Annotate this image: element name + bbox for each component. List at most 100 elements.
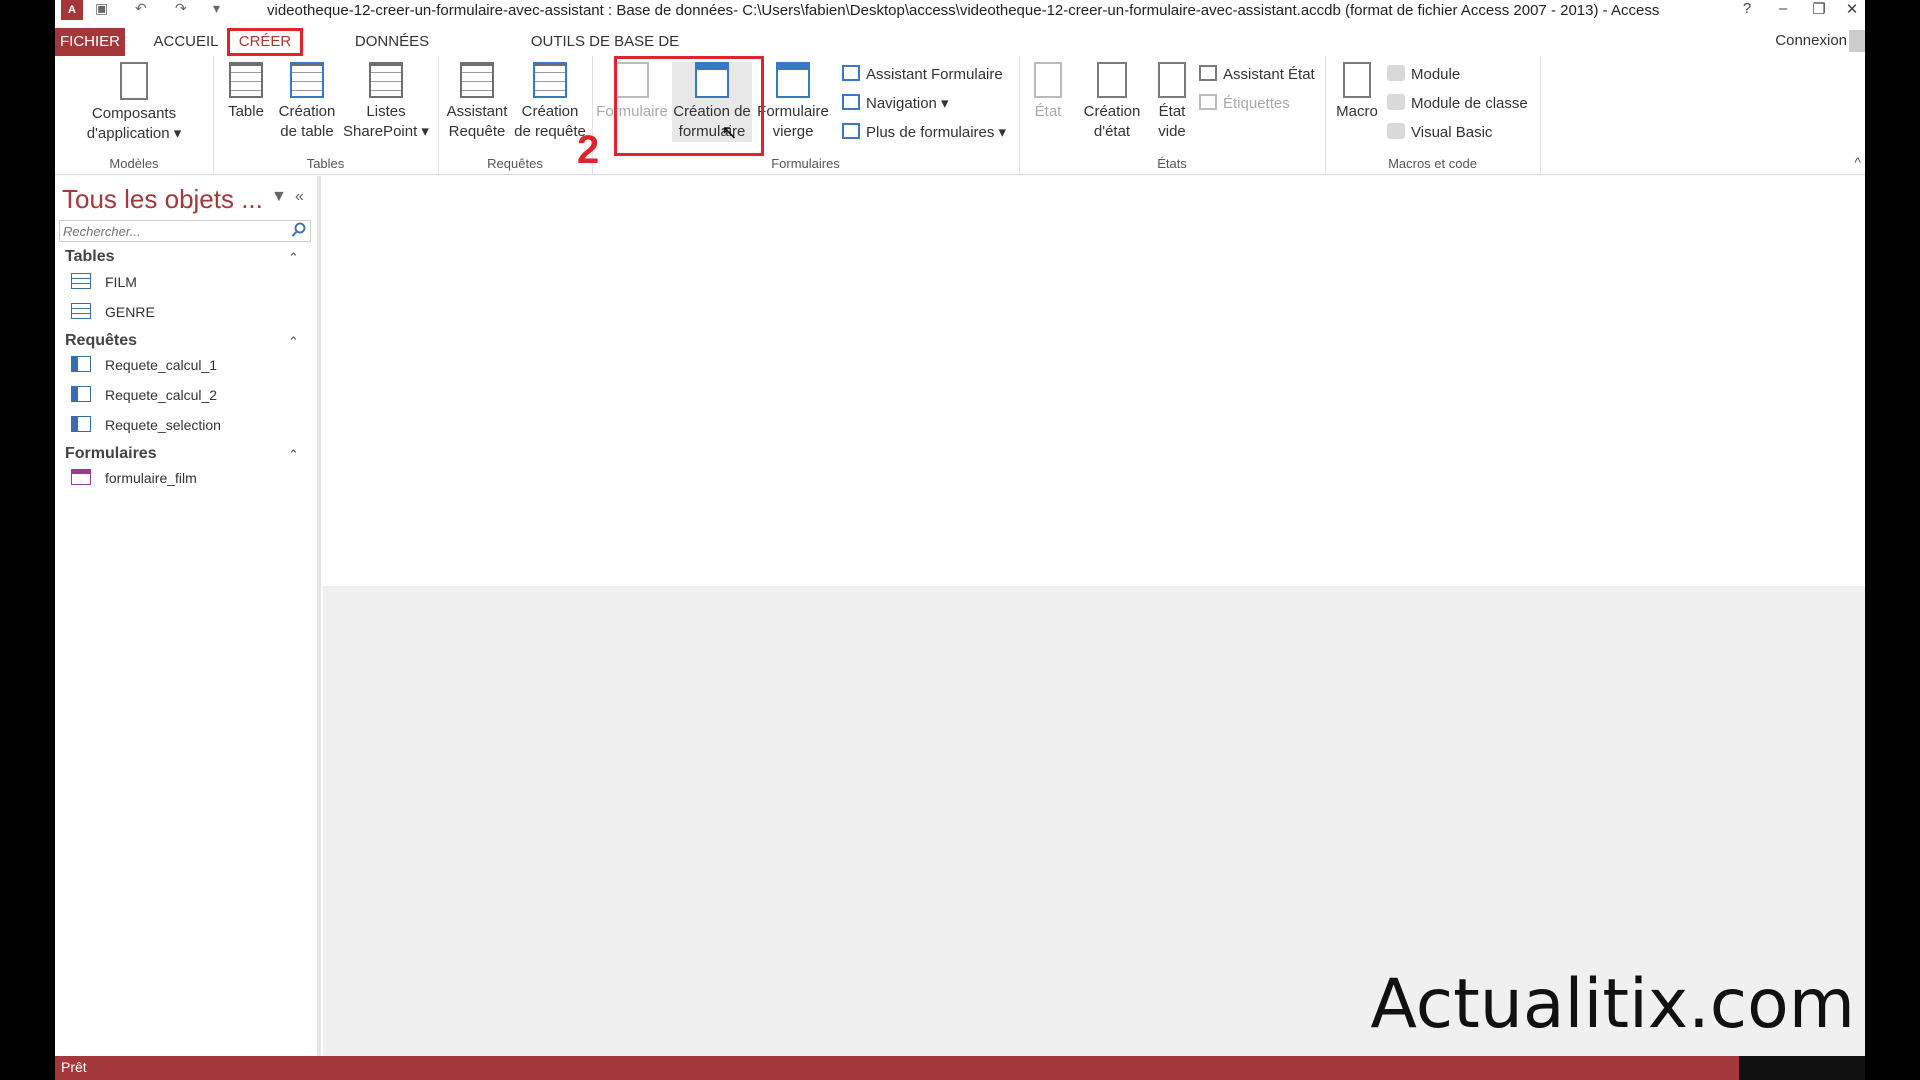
formulaire-vierge-button[interactable]: Formulaire vierge [756,62,830,142]
list-item[interactable]: FILM [71,269,137,295]
search-input[interactable] [59,220,311,242]
form-icon [71,469,91,486]
close-button[interactable]: ✕ [1837,0,1865,18]
list-item[interactable]: formulaire_film [71,465,197,491]
section-formulaires[interactable]: Formulaires [65,445,157,463]
query-design-icon [533,62,567,98]
etat-button[interactable]: État [1023,62,1073,122]
module-icon [1387,65,1405,82]
tab-fichier[interactable]: FICHIER [55,28,125,56]
avatar[interactable] [1849,30,1865,52]
visual-basic-button[interactable]: Visual Basic [1387,122,1492,144]
visual-basic-label: Visual Basic [1411,124,1493,141]
listes-label: Listes [366,103,406,120]
list-item[interactable]: GENRE [71,299,155,325]
labels-icon [1199,94,1217,111]
customize-qat-icon[interactable]: ▾ [213,0,220,22]
listes-sharepoint-button[interactable]: Listes SharePoint ▾ [341,62,431,142]
blank-report-icon [1158,62,1186,98]
redo-icon[interactable]: ↷ [175,0,187,22]
query-wizard-icon [460,62,494,98]
query-icon [71,416,91,433]
table-icon [71,303,91,320]
nav-collapse-icon[interactable]: « [295,188,304,206]
list-item[interactable]: Requete_calcul_2 [71,382,217,408]
section-requetes[interactable]: Requêtes [65,332,137,350]
list-item[interactable]: Requete_selection [71,412,221,438]
more-forms-icon [842,123,860,140]
assistant-requete-button[interactable]: Assistant Requête [442,62,512,142]
plus-formulaires-label: Plus de formulaires ▾ [866,124,1007,141]
group-label-etats: États [1157,156,1187,171]
creation-etat-button[interactable]: Création d'état [1077,62,1147,142]
group-label-modeles: Modèles [109,156,159,171]
help-button[interactable]: ? [1732,0,1762,17]
assistant-formulaire-button[interactable]: Assistant Formulaire [842,64,1003,86]
item-label: FILM [105,274,137,290]
access-logo-icon: A [61,0,83,20]
assistant-requete-label-1: Assistant [446,103,508,120]
assistant-etat-button[interactable]: Assistant État [1199,64,1315,86]
creation-de-table-button[interactable]: Création de table [275,62,339,142]
minimize-button[interactable]: – [1768,0,1798,17]
ribbon-tabs: FICHIER ACCUEIL CRÉER DONNÉES EXTERNES O… [55,28,1865,78]
macro-button[interactable]: Macro [1329,62,1385,122]
report-wizard-icon [1199,65,1217,82]
group-label-macros-et-code: Macros et code [1388,156,1477,171]
module-button[interactable]: Module [1387,64,1460,86]
macro-label: Macro [1336,103,1378,120]
navigation-icon [842,94,860,111]
etiquettes-button[interactable]: Étiquettes [1199,93,1290,115]
blank-form-icon [776,62,810,98]
application-parts-icon [120,62,148,100]
item-label: Requete_calcul_2 [105,387,218,403]
table-label: Table [228,103,264,120]
table-button[interactable]: Table [221,62,271,122]
list-item[interactable]: Requete_calcul_1 [71,352,217,378]
undo-icon[interactable]: ↶ [135,0,147,22]
tab-accueil[interactable]: ACCUEIL [143,28,229,56]
title-bar: A ▣ ↶ ↷ ▾ videotheque-12-creer-un-formul… [55,0,1865,22]
etat-vide-label-2: vide [1158,123,1186,140]
section-tables-collapse-icon[interactable]: ⌃ [288,250,299,266]
save-icon[interactable]: ▣ [95,0,108,22]
assistant-requete-label-2: Requête [448,123,506,140]
etiquettes-label: Étiquettes [1223,95,1290,112]
group-requetes: Assistant Requête Création de requête Re… [438,56,593,174]
assistant-etat-label: Assistant État [1223,66,1315,83]
group-label-tables: Tables [306,156,345,171]
restore-button[interactable]: ❐ [1804,0,1834,18]
tab-creer[interactable]: CRÉER [227,28,303,56]
composants-label: Composants [91,105,177,122]
plus-de-formulaires-button[interactable]: Plus de formulaires ▾ [842,122,1006,144]
query-icon [71,356,91,373]
etat-vide-button[interactable]: État vide [1147,62,1197,142]
search-icon[interactable] [291,222,307,238]
module-de-classe-button[interactable]: Module de classe [1387,93,1528,115]
module-label: Module [1411,66,1461,83]
navigation-pane: Tous les objets ... ▼ « Tables ⌃ FILM GE… [55,176,321,1056]
item-label: GENRE [105,304,155,320]
group-modeles: Composants d'application ▾ Modèles [55,56,214,174]
section-formulaires-collapse-icon[interactable]: ⌃ [288,447,299,463]
section-tables[interactable]: Tables [65,248,115,266]
report-design-icon [1097,62,1127,98]
annotation-step-2: 2 [577,128,600,172]
creation-table-label-1: Création [278,103,336,120]
collapse-ribbon-icon[interactable]: ^ [1854,154,1861,170]
sharepoint-label: SharePoint ▾ [343,123,429,140]
section-requetes-collapse-icon[interactable]: ⌃ [288,334,299,350]
navigation-button[interactable]: Navigation ▾ [842,93,949,115]
class-module-icon [1387,94,1405,111]
tab-outils-base-de-donnees[interactable]: OUTILS DE BASE DE DONNÉES [495,28,715,78]
form-wizard-icon [842,65,860,82]
nav-pane-title[interactable]: Tous les objets ... [62,184,263,215]
nav-dropdown-icon[interactable]: ▼ [271,188,287,206]
group-label-formulaires: Formulaires [771,156,840,171]
report-icon [1034,62,1062,98]
status-bar: Prêt [55,1056,1865,1080]
watermark: Actualitix.com [1370,965,1855,1044]
composants-application-button[interactable]: Composants d'application ▾ [59,62,209,144]
tab-donnees-externes[interactable]: DONNÉES EXTERNES [317,28,467,78]
connexion-link[interactable]: Connexion [1775,32,1847,49]
